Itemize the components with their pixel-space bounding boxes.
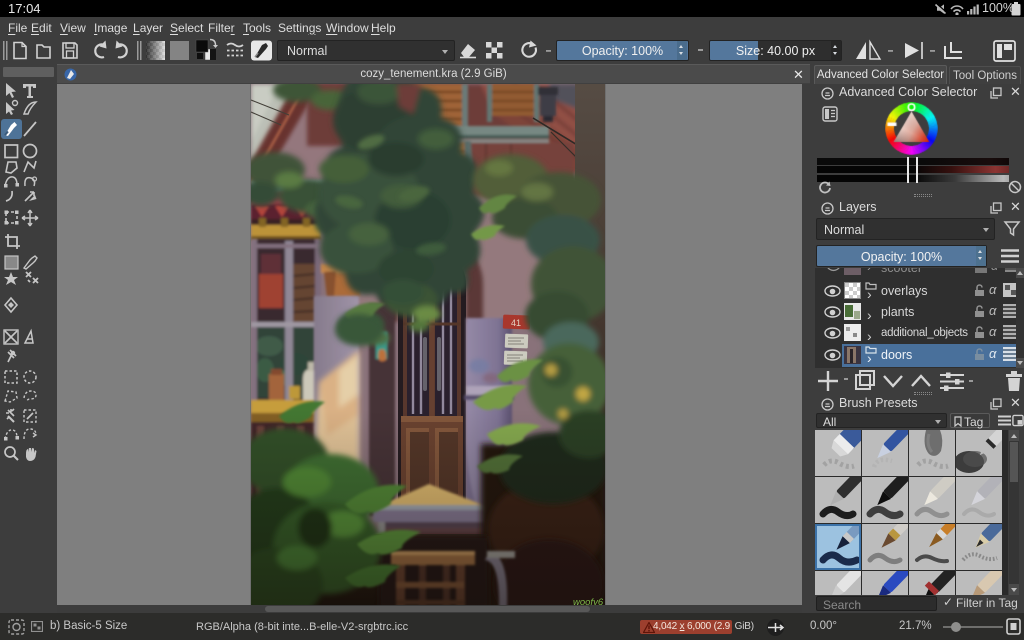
svg-text:woofy6: woofy6 [573, 597, 604, 605]
